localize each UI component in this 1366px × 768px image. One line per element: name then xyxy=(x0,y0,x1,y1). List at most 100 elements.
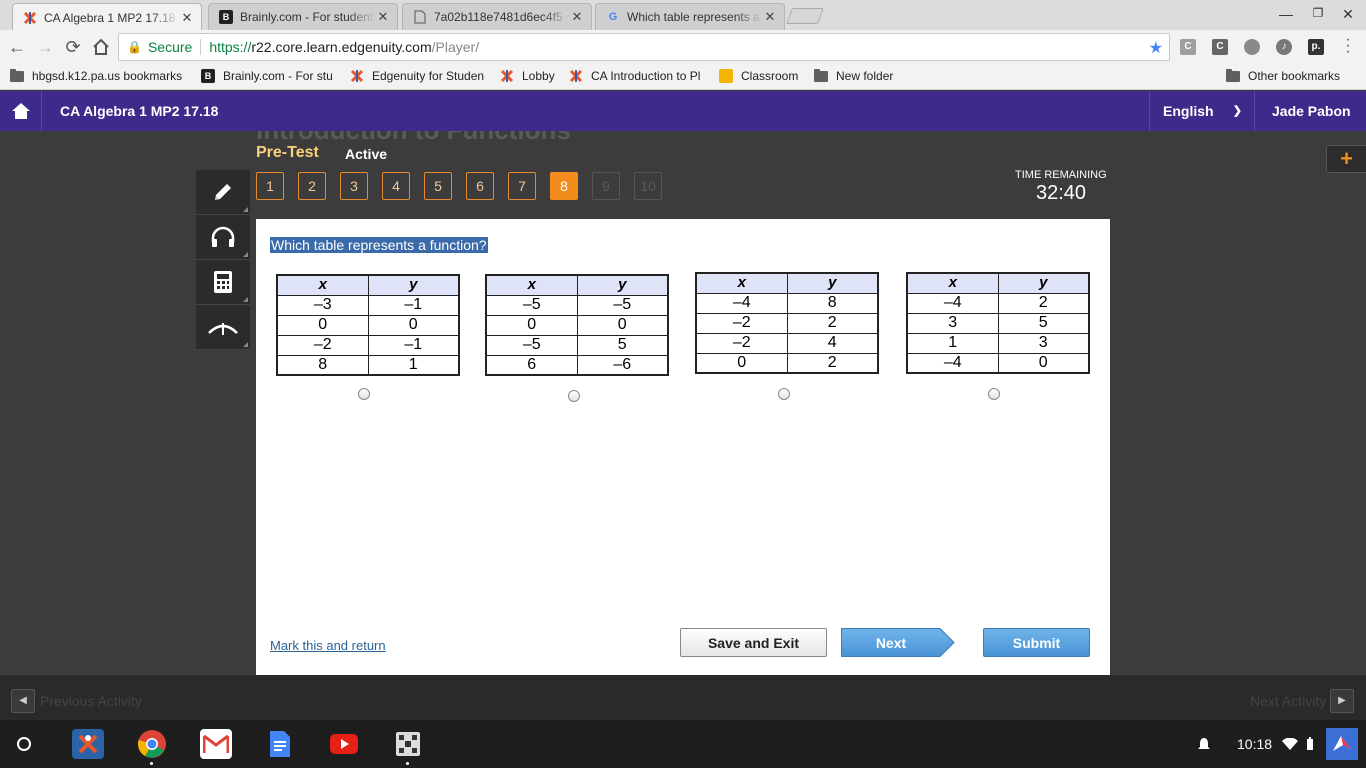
answer-radio-d[interactable] xyxy=(988,388,1000,400)
folder-icon xyxy=(814,68,828,83)
next-activity-arrow-icon[interactable]: ▶ xyxy=(1330,689,1354,713)
calculator-icon xyxy=(214,271,232,293)
bookmark-label: Edgenuity for Studen xyxy=(372,69,485,83)
cell-y: 2 xyxy=(786,352,879,374)
bookmark-new-folder[interactable]: New folder xyxy=(814,68,893,83)
bookmark-other[interactable]: Other bookmarks xyxy=(1226,68,1340,83)
cell-y: 0 xyxy=(576,314,669,336)
time-remaining-value: 32:40 xyxy=(1036,182,1087,204)
add-button[interactable]: + xyxy=(1326,145,1366,173)
launcher-icon[interactable] xyxy=(17,737,31,751)
user-avatar[interactable] xyxy=(1326,728,1358,760)
cell-y: 4 xyxy=(786,332,879,354)
cell-y: 8 xyxy=(786,292,879,314)
chrome-app-icon[interactable] xyxy=(136,729,168,765)
bookmarks-bar: hbgsd.k12.pa.us bookmarks B Brainly.com … xyxy=(0,64,1366,90)
next-activity-label[interactable]: Next Activity xyxy=(1250,693,1326,709)
previous-activity-arrow-icon[interactable]: ◀ xyxy=(11,689,35,713)
activity-player: Introduction to Functions Pre-Test Activ… xyxy=(0,131,1366,675)
extension-c-icon[interactable]: C xyxy=(1180,39,1196,55)
bookmark-edgenuity[interactable]: Edgenuity for Studen xyxy=(350,69,484,83)
audio-tool-button[interactable] xyxy=(196,215,250,260)
answer-radio-c[interactable] xyxy=(778,388,790,400)
mark-and-return-link[interactable]: Mark this and return xyxy=(270,638,386,653)
table-row: –4 2 xyxy=(906,292,1090,314)
status-tray[interactable]: 10:18 xyxy=(1190,720,1366,768)
minimize-icon[interactable]: — xyxy=(1276,6,1296,22)
question-prompt: Which table represents a function? xyxy=(270,237,488,253)
question-button-5[interactable]: 5 xyxy=(424,172,452,200)
headphones-icon xyxy=(211,226,235,247)
app-header: CA Algebra 1 MP2 17.18 English ❯ Jade Pa… xyxy=(0,91,1366,131)
tab-close-icon[interactable]: ✕ xyxy=(179,10,195,26)
tab-close-icon[interactable]: ✕ xyxy=(762,9,778,25)
cell-x: –5 xyxy=(485,294,578,316)
question-button-2[interactable]: 2 xyxy=(298,172,326,200)
back-arrow-icon[interactable]: ← xyxy=(6,36,28,58)
tab-close-icon[interactable]: ✕ xyxy=(569,9,585,25)
table-header-row: xy xyxy=(276,274,460,296)
bookmark-lobby[interactable]: Lobby xyxy=(500,69,555,83)
forward-arrow-icon[interactable]: → xyxy=(34,36,56,58)
next-button[interactable]: Next xyxy=(841,628,955,657)
new-tab-button[interactable] xyxy=(786,8,824,24)
tab-google-search[interactable]: G Which table represents a function ✕ xyxy=(595,3,785,30)
bookmark-ca-intro[interactable]: CA Introduction to Pl xyxy=(569,69,700,83)
reference-tool-button[interactable] xyxy=(196,305,250,350)
tab-document[interactable]: 7a02b118e7481d6ec4f5 ✕ xyxy=(402,3,592,30)
cell-x: 3 xyxy=(906,312,999,334)
bookmark-star-icon[interactable]: ★ xyxy=(1149,38,1163,58)
reload-icon[interactable]: ⟳ xyxy=(62,36,84,58)
tab-brainly[interactable]: B Brainly.com - For students ✕ xyxy=(208,3,398,30)
home-button[interactable] xyxy=(0,91,42,131)
extension-p-icon[interactable]: p. xyxy=(1308,39,1324,55)
home-icon[interactable] xyxy=(90,36,112,58)
url-host: r22.core.learn.edgenuity.com xyxy=(251,39,432,55)
tools-panel xyxy=(196,170,250,350)
language-select[interactable]: English ❯ xyxy=(1149,91,1255,131)
cell-x: –4 xyxy=(906,292,999,314)
save-and-exit-button[interactable]: Save and Exit xyxy=(680,628,827,657)
question-button-8[interactable]: 8 xyxy=(550,172,578,200)
user-name[interactable]: Jade Pabon xyxy=(1272,103,1351,119)
cell-x: –2 xyxy=(276,334,369,356)
question-button-4[interactable]: 4 xyxy=(382,172,410,200)
tab-ca-algebra[interactable]: CA Algebra 1 MP2 17.18 ✕ xyxy=(12,3,202,31)
activity-type: Pre-Test xyxy=(256,144,319,161)
question-button-7[interactable]: 7 xyxy=(508,172,536,200)
google-icon: G xyxy=(608,11,618,23)
tab-title: Brainly.com - For students xyxy=(240,10,375,24)
extension-color-icon[interactable] xyxy=(1244,39,1260,55)
answer-radio-a[interactable] xyxy=(358,388,370,400)
table-row: 13 xyxy=(906,332,1090,354)
chrome-menu-icon[interactable]: · · · xyxy=(1342,32,1354,60)
question-button-9: 9 xyxy=(592,172,620,200)
table-row: –3 –1 xyxy=(276,294,460,316)
extension-music-icon[interactable]: ♪ xyxy=(1276,39,1292,55)
tab-close-icon[interactable]: ✕ xyxy=(375,9,391,25)
cell-x: 0 xyxy=(695,352,788,374)
question-button-3[interactable]: 3 xyxy=(340,172,368,200)
submit-button[interactable]: Submit xyxy=(983,628,1090,657)
question-button-1[interactable]: 1 xyxy=(256,172,284,200)
calculator-tool-button[interactable] xyxy=(196,260,250,305)
bookmark-label: Lobby xyxy=(522,69,555,83)
previous-activity-label[interactable]: Previous Activity xyxy=(40,693,142,709)
pencil-tool-button[interactable] xyxy=(196,170,250,215)
question-button-6[interactable]: 6 xyxy=(466,172,494,200)
table-header-row: xy xyxy=(695,272,879,294)
answer-radio-b[interactable] xyxy=(568,390,580,402)
docs-app-icon[interactable] xyxy=(264,729,296,759)
gmail-app-icon[interactable] xyxy=(200,729,232,759)
restore-icon[interactable]: ❐ xyxy=(1308,6,1328,20)
bookmark-brainly[interactable]: B Brainly.com - For stu xyxy=(201,69,333,83)
question-frame: Which table represents a function? xy –3… xyxy=(256,219,1110,675)
files-app-icon[interactable] xyxy=(392,729,424,765)
bookmark-hbgsd[interactable]: hbgsd.k12.pa.us bookmarks xyxy=(10,68,182,83)
extension-c-dark-icon[interactable]: C xyxy=(1212,39,1228,55)
address-bar[interactable]: 🔒 Secure https:// r22.core.learn.edgenui… xyxy=(118,33,1170,61)
close-window-icon[interactable]: ✕ xyxy=(1338,6,1358,23)
youtube-app-icon[interactable] xyxy=(328,729,360,759)
bookmark-classroom[interactable]: Classroom xyxy=(719,69,798,83)
edgenuity-app-icon[interactable] xyxy=(72,729,104,759)
